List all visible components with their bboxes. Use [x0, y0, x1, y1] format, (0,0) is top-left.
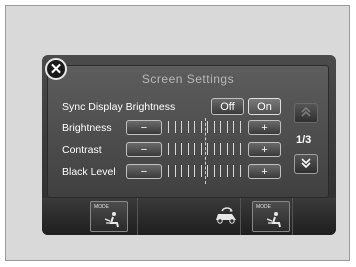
slider-tick — [220, 143, 221, 155]
slider-tick — [213, 143, 215, 155]
slider-tick — [207, 143, 208, 155]
left-mode-label: MODE — [94, 204, 109, 210]
recirculation-car-icon — [212, 207, 240, 230]
slider-tick — [187, 165, 189, 177]
slider-tick — [239, 121, 241, 133]
slider-tick — [168, 143, 169, 155]
page-indicator: 1/3 — [296, 134, 312, 146]
black-level-plus-button[interactable]: + — [248, 164, 281, 179]
black-level-label: Black Level — [62, 166, 116, 178]
double-chevron-up-icon — [300, 106, 312, 121]
slider-tick — [181, 121, 182, 133]
double-chevron-down-icon — [300, 157, 312, 172]
slider-tick — [181, 165, 182, 177]
black-level-minus-button[interactable]: − — [126, 164, 162, 179]
slider-tick — [213, 121, 215, 133]
page-title: Screen Settings — [141, 72, 235, 86]
seat-airflow-icon — [103, 211, 121, 234]
bottom-bar-cell — [42, 198, 90, 235]
black-level-slider-track[interactable] — [168, 165, 244, 177]
slider-tick — [168, 165, 169, 177]
slider-tick — [194, 165, 195, 177]
contrast-plus-button[interactable]: + — [248, 142, 281, 157]
right-mode-button[interactable]: MODE — [252, 201, 290, 232]
slider-tick — [220, 165, 221, 177]
slider-tick — [233, 165, 234, 177]
left-mode-button[interactable]: MODE — [90, 201, 128, 232]
slider-tick — [200, 121, 202, 133]
slider-tick — [187, 143, 189, 155]
slider-tick — [187, 121, 189, 133]
brightness-label: Brightness — [62, 122, 112, 134]
slider-tick — [194, 143, 195, 155]
slider-tick — [200, 143, 202, 155]
display-screen: Screen Settings Sync Display Brightness … — [42, 55, 336, 235]
close-button[interactable]: ✕ — [45, 58, 67, 80]
scroll-down-button[interactable] — [294, 154, 318, 174]
slider-tick — [207, 121, 208, 133]
contrast-label: Contrast — [62, 144, 102, 156]
slider-tick — [207, 165, 208, 177]
slider-tick — [174, 143, 176, 155]
recirculation-button[interactable] — [212, 206, 240, 231]
slider-tick — [174, 121, 176, 133]
settings-panel: Screen Settings Sync Display Brightness … — [47, 65, 329, 198]
close-icon: ✕ — [49, 61, 63, 78]
sync-display-brightness-label: Sync Display Brightness — [62, 101, 176, 113]
scroll-up-button[interactable] — [294, 103, 318, 123]
slider-tick — [226, 121, 228, 133]
slider-tick — [239, 165, 241, 177]
slider-tick — [226, 165, 228, 177]
slider-tick — [181, 143, 182, 155]
contrast-slider-track[interactable] — [168, 143, 244, 155]
brightness-slider-track[interactable] — [168, 121, 244, 133]
right-mode-label: MODE — [256, 204, 271, 210]
brightness-minus-button[interactable]: − — [126, 120, 162, 135]
slider-tick — [213, 165, 215, 177]
bottom-bar-cell — [292, 198, 336, 235]
brightness-plus-button[interactable]: + — [248, 120, 281, 135]
figure-frame: Screen Settings Sync Display Brightness … — [5, 5, 350, 261]
slider-tick — [233, 143, 234, 155]
slider-tick — [220, 121, 221, 133]
slider-tick — [194, 121, 195, 133]
slider-tick — [168, 121, 169, 133]
seat-airflow-icon — [265, 211, 283, 234]
slider-center-line — [205, 118, 206, 184]
bottom-bar-cell — [137, 198, 185, 235]
slider-tick — [174, 165, 176, 177]
slider-tick — [200, 165, 202, 177]
slider-tick — [239, 143, 241, 155]
slider-tick — [226, 143, 228, 155]
sync-on-button[interactable]: On — [248, 98, 281, 115]
slider-tick — [233, 121, 234, 133]
contrast-minus-button[interactable]: − — [126, 142, 162, 157]
sync-off-button[interactable]: Off — [211, 98, 244, 115]
bottom-bar: MODE MODE — [42, 198, 336, 235]
